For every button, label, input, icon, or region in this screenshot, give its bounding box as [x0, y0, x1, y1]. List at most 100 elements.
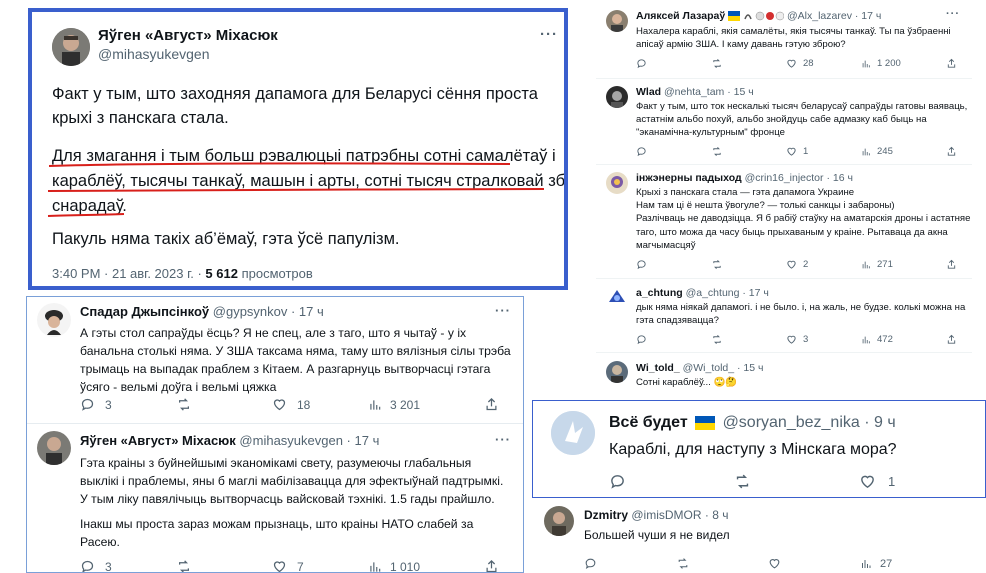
reply-icon [637, 260, 646, 270]
reply-button[interactable] [636, 146, 711, 157]
reply-header: Яўген «Август» Міхасюк @mihasyukevgen · … [80, 433, 379, 448]
more-options-icon[interactable]: ··· [495, 432, 511, 447]
author-name[interactable]: Dzmitry [584, 508, 628, 522]
author-meta[interactable]: @imisDMOR · 8 ч [631, 508, 728, 522]
reply-header: a_chtung @a_chtung · 17 ч [636, 287, 769, 299]
reply-button[interactable] [584, 557, 676, 570]
author-name[interactable]: Спадар Джыпсінкоў [80, 304, 209, 319]
retweet-icon [179, 398, 189, 411]
like-button[interactable]: 2 [786, 259, 861, 270]
avatar[interactable] [606, 86, 628, 108]
views-button[interactable]: 245 [861, 146, 946, 157]
author-name[interactable]: Яўген «Август» Міхасюк [80, 433, 236, 448]
reply-icon [585, 558, 596, 569]
reply-line: Гэта краіны з буйнейшымі эканомікамі све… [80, 456, 472, 470]
author-name[interactable]: Wlad [636, 86, 661, 98]
share-button[interactable] [946, 334, 957, 345]
reply-button[interactable]: 3 [80, 397, 176, 412]
share-button[interactable] [946, 58, 957, 69]
author-meta[interactable]: @mihasyukevgen · 17 ч [239, 433, 379, 448]
retweet-button[interactable] [711, 259, 786, 270]
retweet-icon [736, 474, 749, 489]
reply-line: магчымасцяў [636, 239, 696, 251]
view-count: 472 [877, 334, 893, 345]
author-meta[interactable]: @soryan_bez_nika · 9 ч [723, 414, 896, 431]
like-button[interactable]: 7 [272, 559, 368, 572]
avatar[interactable] [544, 506, 574, 536]
like-button[interactable]: 1 [786, 146, 861, 157]
view-count: 27 [880, 557, 893, 570]
reply-icon [637, 335, 646, 345]
like-button[interactable]: 1 [859, 473, 895, 490]
reply-line: Нахалера караблі, якія самалёты, якія ты… [636, 26, 951, 37]
author-meta[interactable]: @nehta_tam · 15 ч [664, 86, 754, 98]
views-button[interactable]: 271 [861, 259, 946, 270]
share-icon [947, 146, 956, 156]
author-meta[interactable]: @Alx_lazarev · 17 ч [787, 10, 881, 22]
views-button[interactable]: 472 [861, 334, 946, 345]
reply-header: інжэнерны падыход @crin16_injector · 16 … [636, 172, 853, 184]
share-button[interactable] [946, 146, 957, 157]
retweet-button[interactable] [176, 559, 272, 572]
author-name[interactable]: Аляксей Лазараў [636, 10, 725, 22]
retweet-button[interactable] [176, 397, 272, 412]
author-meta[interactable]: @Wi_told_ · 15 ч [683, 362, 764, 374]
retweet-button[interactable] [676, 557, 768, 570]
views-button[interactable]: 27 [860, 558, 892, 570]
author-name[interactable]: Wi_told_ [636, 362, 680, 374]
action-bar: 28 1 200 [636, 58, 957, 69]
author-name[interactable]: a_chtung [636, 287, 683, 299]
reply-line: Крыхі з панскага стала — гэта дапамога У… [636, 187, 855, 198]
avatar[interactable] [606, 361, 628, 383]
reply-icon [637, 147, 646, 157]
views-button[interactable]: 1 200 [861, 58, 946, 69]
reply-button[interactable] [636, 259, 711, 270]
more-options-icon[interactable]: ··· [946, 8, 960, 20]
share-button[interactable] [484, 559, 499, 572]
avatar[interactable] [606, 10, 628, 32]
share-button[interactable] [484, 397, 499, 412]
author-meta[interactable]: @crin16_injector · 16 ч [745, 172, 853, 184]
views-button[interactable]: 1 010 [368, 560, 484, 572]
like-button[interactable]: 3 [786, 334, 861, 345]
reply-button[interactable]: 3 [80, 559, 176, 573]
like-button[interactable]: 28 [786, 58, 861, 69]
author-name[interactable]: інжэнерны падыход [636, 172, 742, 184]
reply-count: 3 [105, 559, 112, 573]
main-tweet-card: Яўген «Август» Міхасюк @mihasyukevgen ··… [28, 8, 568, 290]
reply-button[interactable] [609, 473, 733, 490]
like-button[interactable] [768, 557, 860, 570]
avatar[interactable] [37, 303, 71, 337]
reply-line: выклікі і праблемы, яны б маглі мабіліза… [80, 474, 504, 488]
ukraine-flag-icon [695, 415, 716, 430]
analytics-icon [370, 561, 381, 572]
avatar[interactable] [606, 172, 628, 194]
reply-button[interactable] [636, 334, 711, 345]
reply-count: 3 [105, 397, 112, 412]
reply-button[interactable] [636, 58, 711, 69]
divider [596, 278, 972, 279]
author-meta[interactable]: @gypsynkov · 17 ч [213, 304, 324, 319]
retweet-button[interactable] [711, 146, 786, 157]
retweet-button[interactable] [711, 58, 786, 69]
retweet-button[interactable] [711, 334, 786, 345]
avatar[interactable] [37, 431, 71, 465]
author-meta[interactable]: @a_chtung · 17 ч [686, 287, 769, 299]
reply-icon [611, 475, 624, 489]
action-bar: 1 [609, 473, 895, 490]
avatar[interactable] [606, 286, 628, 308]
reply-line: Разлічваць не даводзіцца. Я б рабіў стаў… [636, 213, 972, 225]
views-button[interactable]: 3 201 [368, 398, 484, 412]
reply-text: Крыхі з панскага стала — гэта дапамога У… [636, 186, 972, 252]
retweet-icon [713, 147, 721, 156]
share-button[interactable] [946, 259, 957, 270]
retweet-button[interactable] [733, 473, 859, 490]
reply-line: гэта спадзявацца? [636, 315, 719, 326]
author-name[interactable]: Всё будет [609, 414, 688, 431]
tweet-time[interactable]: 3:40 PM · 21 авг. 2023 г. · [52, 266, 205, 281]
more-options-icon[interactable]: ··· [495, 303, 511, 318]
reply-header: Wlad @nehta_tam · 15 ч [636, 86, 754, 98]
tweet-timestamp: 3:40 PM · 21 авг. 2023 г. · 5 612 просмо… [52, 266, 313, 281]
avatar[interactable] [551, 411, 595, 455]
like-button[interactable]: 18 [272, 397, 368, 412]
